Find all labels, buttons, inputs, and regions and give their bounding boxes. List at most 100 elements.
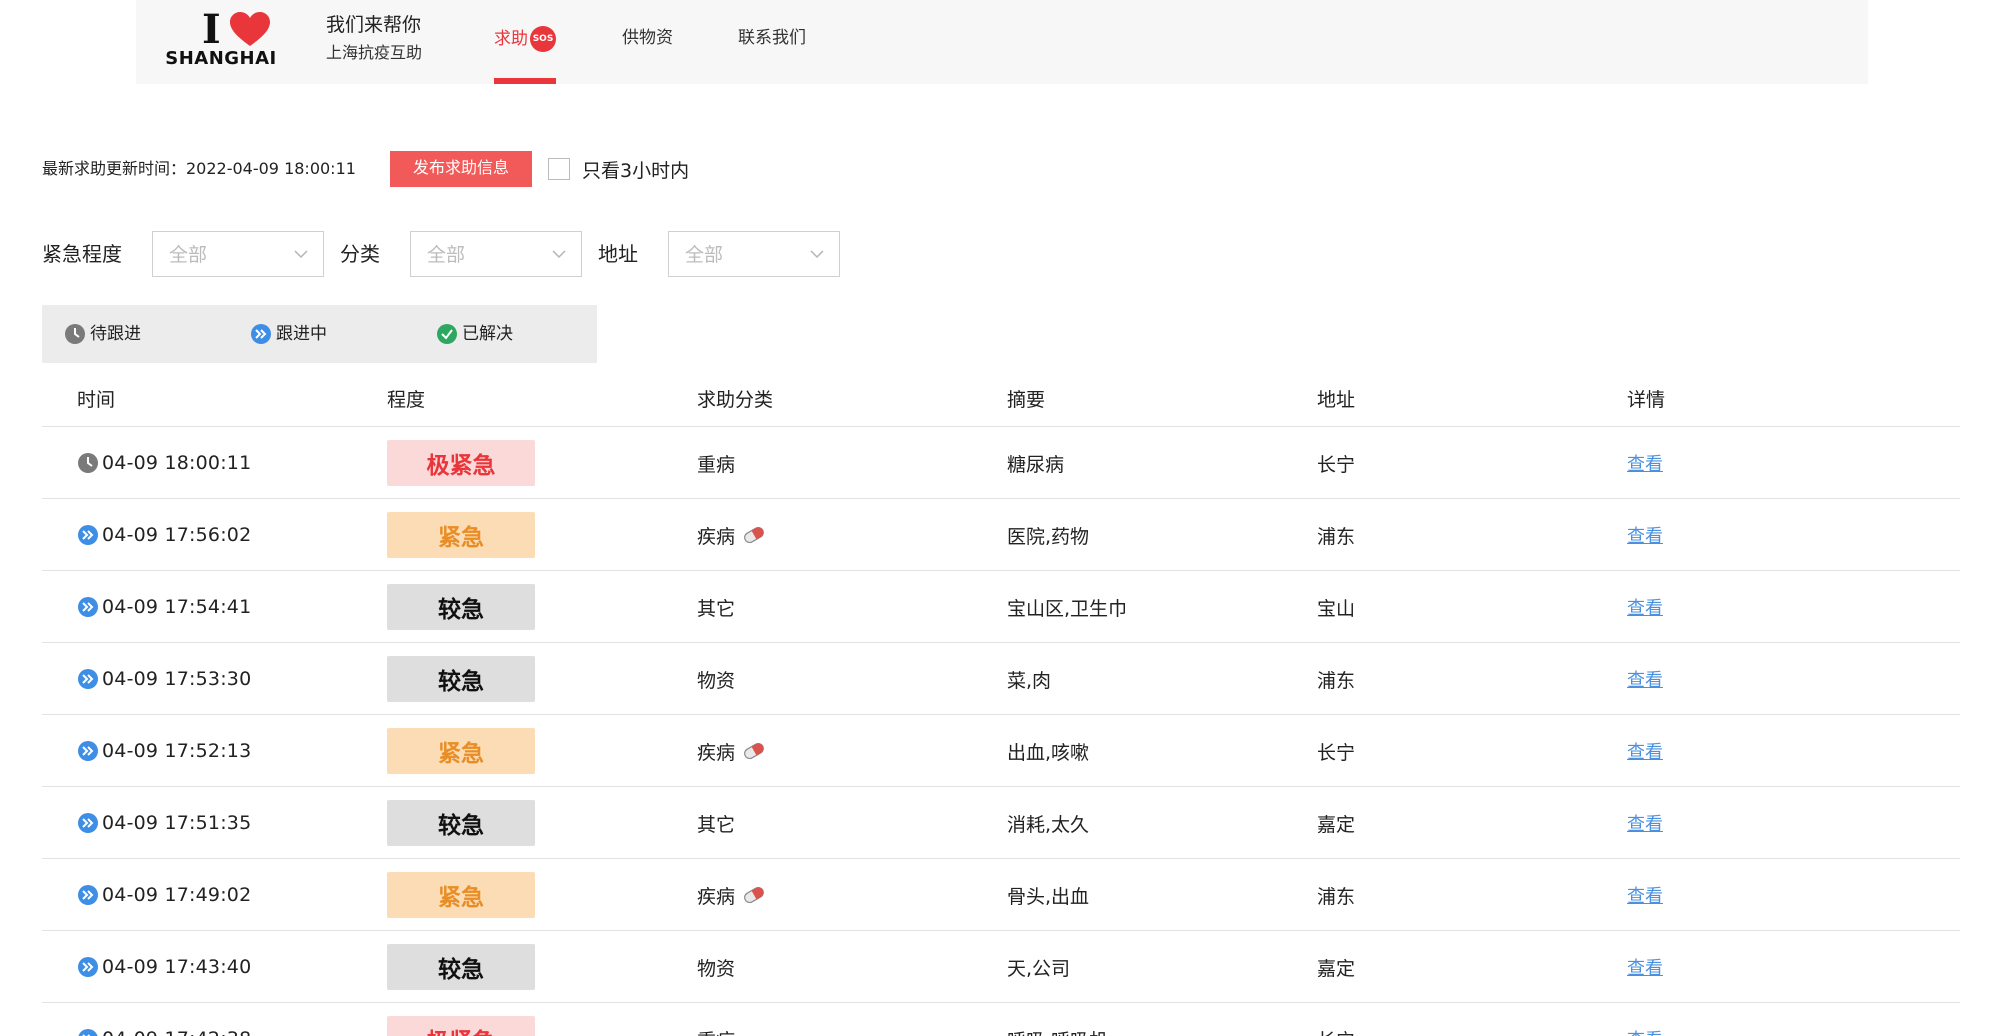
- time-cell: 04-09 17:52:13: [77, 715, 251, 787]
- address-text: 嘉定: [1317, 813, 1356, 836]
- summary-cell: 宝山区,卫生巾: [1007, 571, 1127, 643]
- slogan-line2: 上海抗疫互助: [326, 43, 423, 62]
- urgency-select[interactable]: 全部: [152, 231, 324, 277]
- table-row[interactable]: 04-09 17:54:41 较急 其它 宝山区,卫生巾 宝山 查看: [42, 571, 1960, 643]
- double-chevron-icon: [78, 669, 98, 689]
- double-chevron-icon: [78, 525, 98, 545]
- last-update-text: 最新求助更新时间：2022-04-09 18:00:11: [42, 159, 356, 178]
- level-cell: 较急: [387, 571, 535, 643]
- view-detail-link[interactable]: 查看: [1627, 810, 1663, 836]
- nav-tab-contact[interactable]: 联系我们: [738, 26, 806, 50]
- urgency-badge: 极紧急: [387, 440, 535, 486]
- summary-cell: 糖尿病: [1007, 427, 1064, 499]
- category-text: 其它: [697, 813, 736, 836]
- table-row[interactable]: 04-09 18:00:11 极紧急 重病 糖尿病 长宁 查看: [42, 427, 1960, 499]
- nav-tab-label: 求助: [494, 29, 528, 49]
- address-cell: 浦东: [1317, 643, 1355, 715]
- top-header: I SHANGHAI 我们来帮你 上海抗疫互助 求助 SOS 供物资 联系我们: [136, 0, 1868, 84]
- only-3h-toggle[interactable]: 只看3小时内: [548, 156, 689, 182]
- time-cell: 04-09 18:00:11: [77, 427, 251, 499]
- nav-tab-supply[interactable]: 供物资: [622, 26, 673, 50]
- filter-label-address: 地址: [598, 242, 638, 266]
- category-cell: 重病: [697, 427, 735, 499]
- double-chevron-icon: [78, 1029, 98, 1036]
- level-cell: 极紧急: [387, 1003, 535, 1036]
- summary-text: 骨头,出血: [1007, 885, 1090, 908]
- time-cell: 04-09 17:49:02: [77, 859, 251, 931]
- view-detail-link[interactable]: 查看: [1627, 594, 1663, 620]
- category-cell: 其它: [697, 787, 735, 859]
- table-row[interactable]: 04-09 17:52:13 紧急 疾病 出血,咳嗽 长宁 查看: [42, 715, 1960, 787]
- address-select[interactable]: 全部: [668, 231, 840, 277]
- table-row[interactable]: 04-09 17:51:35 较急 其它 消耗,太久 嘉定 查看: [42, 787, 1960, 859]
- nav-active-underline: [494, 78, 556, 84]
- publish-help-button[interactable]: 发布求助信息: [390, 151, 532, 187]
- clock-icon: [78, 453, 98, 473]
- category-cell: 疾病: [697, 859, 767, 931]
- logo-letter: I: [202, 6, 221, 53]
- address-cell: 长宁: [1317, 427, 1355, 499]
- double-chevron-icon: [251, 324, 271, 344]
- detail-cell: 查看: [1627, 643, 1663, 715]
- view-detail-link[interactable]: 查看: [1627, 882, 1663, 908]
- i-love-shanghai-logo[interactable]: I SHANGHAI: [156, 10, 286, 72]
- time-text: 04-09 17:54:41: [102, 596, 252, 618]
- legend-resolved: 已解决: [436, 322, 513, 346]
- level-cell: 极紧急: [387, 427, 535, 499]
- category-text: 重病: [697, 453, 736, 476]
- clock-icon: [65, 324, 85, 344]
- view-detail-link[interactable]: 查看: [1627, 450, 1663, 476]
- time-text: 04-09 17:43:40: [102, 956, 252, 978]
- category-text: 物资: [697, 957, 736, 980]
- nav-tab-help[interactable]: 求助 SOS: [494, 26, 556, 84]
- category-text: 疾病: [697, 741, 736, 764]
- sos-badge-icon: SOS: [530, 26, 556, 52]
- column-header-level: 程度: [387, 389, 426, 411]
- level-cell: 较急: [387, 787, 535, 859]
- table-row[interactable]: 04-09 17:42:38 极紧急重病 呼吸,呼吸机 长宁 查看: [42, 1003, 1960, 1036]
- level-cell: 紧急: [387, 715, 535, 787]
- legend-label: 待跟进: [90, 324, 141, 344]
- slogan: 我们来帮你 上海抗疫互助: [326, 12, 422, 66]
- address-cell: 嘉定: [1317, 787, 1355, 859]
- summary-text: 糖尿病: [1007, 453, 1065, 476]
- time-text: 04-09 17:51:35: [102, 812, 252, 834]
- category-cell: 物资: [697, 931, 735, 1003]
- address-cell: 浦东: [1317, 499, 1355, 571]
- view-detail-link[interactable]: 查看: [1627, 738, 1663, 764]
- summary-cell: 天,公司: [1007, 931, 1070, 1003]
- category-cell: 重病: [697, 1003, 735, 1036]
- legend-pending: 待跟进: [64, 322, 141, 346]
- pill-icon: [744, 742, 764, 760]
- chevron-down-icon: [294, 250, 308, 259]
- table-row[interactable]: 04-09 17:49:02 紧急 疾病 骨头,出血 浦东 查看: [42, 859, 1960, 931]
- address-text: 宝山: [1317, 597, 1356, 620]
- view-detail-link[interactable]: 查看: [1627, 1026, 1663, 1036]
- chevron-down-icon: [810, 250, 824, 259]
- summary-cell: 消耗,太久: [1007, 787, 1089, 859]
- view-detail-link[interactable]: 查看: [1627, 522, 1663, 548]
- urgency-badge: 较急: [387, 944, 535, 990]
- detail-cell: 查看: [1627, 715, 1663, 787]
- address-text: 浦东: [1317, 525, 1356, 548]
- table-row[interactable]: 04-09 17:43:40 较急 物资 天,公司 嘉定 查看: [42, 931, 1960, 1003]
- detail-cell: 查看: [1627, 1003, 1663, 1036]
- view-detail-link[interactable]: 查看: [1627, 666, 1663, 692]
- only-3h-checkbox[interactable]: [548, 158, 570, 180]
- filter-label-category: 分类: [340, 242, 380, 266]
- time-cell: 04-09 17:53:30: [77, 643, 251, 715]
- category-text: 其它: [697, 597, 736, 620]
- urgency-badge: 较急: [387, 800, 535, 846]
- time-cell: 04-09 17:43:40: [77, 931, 251, 1003]
- table-row[interactable]: 04-09 17:56:02 紧急 疾病 医院,药物 浦东 查看: [42, 499, 1960, 571]
- category-cell: 疾病: [697, 499, 767, 571]
- address-cell: 嘉定: [1317, 931, 1355, 1003]
- category-select-value: 全部: [427, 244, 466, 266]
- time-text: 04-09 17:49:02: [102, 884, 252, 906]
- table-row[interactable]: 04-09 17:53:30 较急 物资 菜,肉 浦东 查看: [42, 643, 1960, 715]
- category-select[interactable]: 全部: [410, 231, 582, 277]
- view-detail-link[interactable]: 查看: [1627, 954, 1663, 980]
- summary-text: 消耗,太久: [1007, 813, 1090, 836]
- summary-cell: 医院,药物: [1007, 499, 1089, 571]
- urgency-badge: 紧急: [387, 872, 535, 918]
